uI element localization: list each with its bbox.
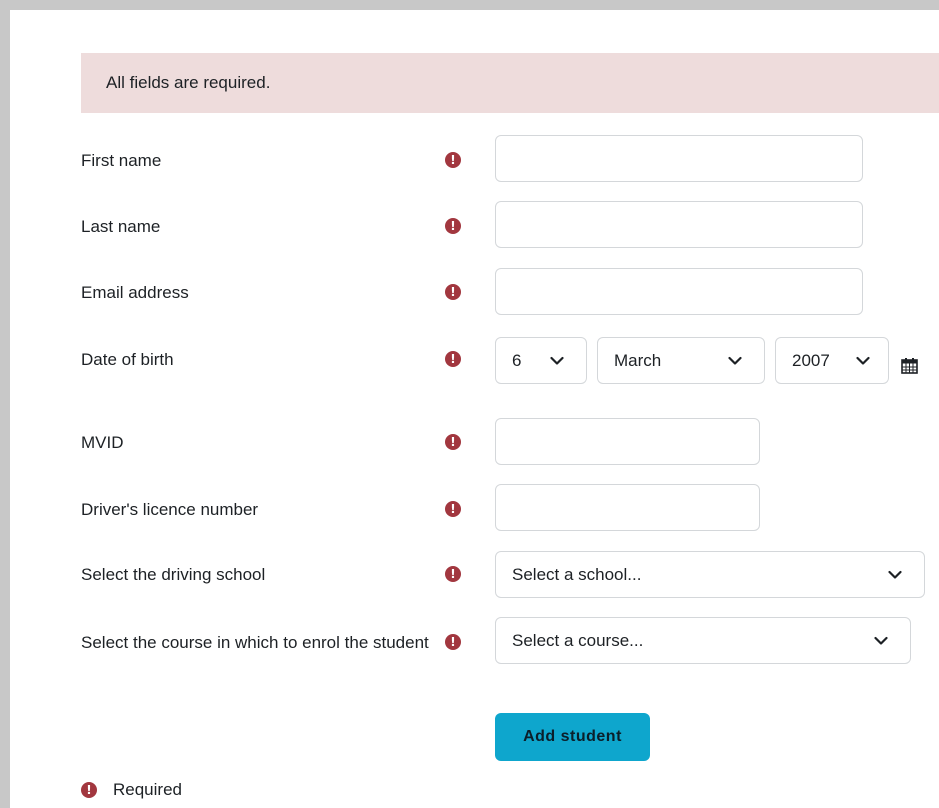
school-label: Select the driving school <box>81 565 266 584</box>
last-name-label: Last name <box>81 217 161 236</box>
add-student-button[interactable]: Add student <box>495 713 650 761</box>
required-icon: ! <box>445 634 461 650</box>
dob-month-value: March <box>614 350 662 370</box>
required-icon: ! <box>81 782 97 798</box>
course-select[interactable]: Select a course... <box>495 617 911 664</box>
email-input[interactable] <box>495 268 863 315</box>
chevron-down-icon <box>550 356 564 365</box>
required-legend: ! Required <box>81 780 182 800</box>
calendar-icon[interactable] <box>901 357 918 374</box>
school-selected: Select a school... <box>512 564 642 584</box>
last-name-input[interactable] <box>495 201 863 248</box>
required-icon: ! <box>445 501 461 517</box>
required-icon: ! <box>445 434 461 450</box>
required-legend-label: Required <box>113 780 182 799</box>
school-select[interactable]: Select a school... <box>495 551 925 598</box>
email-label: Email address <box>81 283 189 302</box>
course-selected: Select a course... <box>512 630 644 650</box>
licence-input[interactable] <box>495 484 760 531</box>
dob-month-select[interactable]: March <box>597 337 765 384</box>
alert-message: All fields are required. <box>106 73 271 92</box>
chevron-down-icon <box>728 356 742 365</box>
first-name-label: First name <box>81 151 162 170</box>
dob-year-select[interactable]: 2007 <box>775 337 889 384</box>
mvid-label: MVID <box>81 433 124 452</box>
mvid-input[interactable] <box>495 418 760 465</box>
required-icon: ! <box>445 284 461 300</box>
chevron-down-icon <box>888 570 902 579</box>
dob-label: Date of birth <box>81 350 174 369</box>
dob-year-value: 2007 <box>792 350 830 370</box>
chevron-down-icon <box>856 356 870 365</box>
first-name-input[interactable] <box>495 135 863 182</box>
licence-label: Driver's licence number <box>81 500 259 519</box>
page-frame: All fields are required. First name ! La… <box>0 0 939 808</box>
required-icon: ! <box>445 218 461 234</box>
chevron-down-icon <box>874 636 888 645</box>
dob-day-value: 6 <box>512 350 522 370</box>
required-icon: ! <box>445 152 461 168</box>
dob-day-select[interactable]: 6 <box>495 337 587 384</box>
required-icon: ! <box>445 566 461 582</box>
required-icon: ! <box>445 351 461 367</box>
error-alert: All fields are required. <box>81 53 939 113</box>
course-label: Select the course in which to enrol the … <box>81 633 429 652</box>
